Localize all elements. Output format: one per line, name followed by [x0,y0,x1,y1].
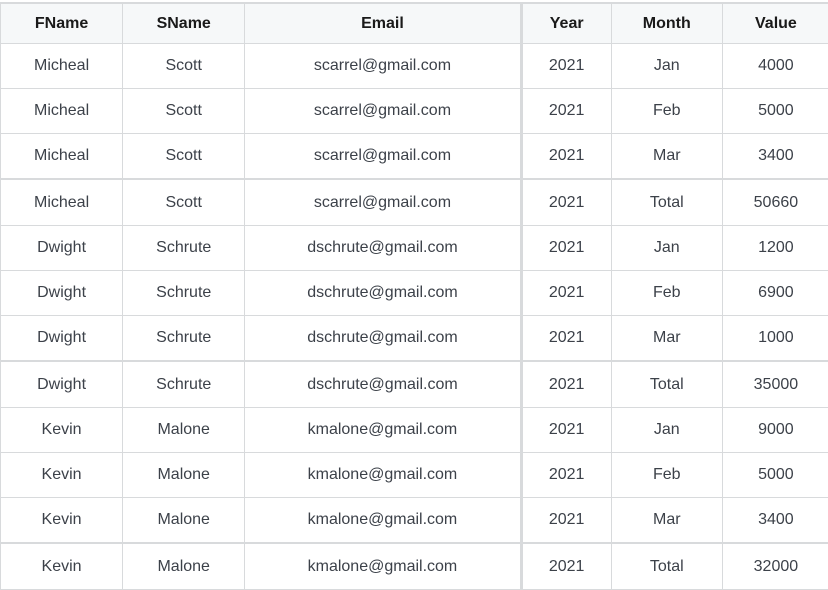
cell-year: 2021 [521,134,611,180]
cell-month: Mar [611,498,722,544]
table-row: MichealScottscarrel@gmail.com2021Feb5000 [1,89,828,134]
cell-year: 2021 [521,226,611,271]
cell-fname: Dwight [1,316,123,362]
table-row: MichealScottscarrel@gmail.com2021Mar3400 [1,134,828,180]
cell-sname: Scott [123,44,245,89]
cell-email: scarrel@gmail.com [245,179,521,226]
table-row-total: DwightSchrutedschrute@gmail.com2021Total… [1,361,828,408]
cell-email: dschrute@gmail.com [245,361,521,408]
header-year: Year [521,3,611,44]
cell-month: Mar [611,134,722,180]
cell-year: 2021 [521,408,611,453]
cell-month: Feb [611,271,722,316]
cell-value: 6900 [722,271,828,316]
cell-email: kmalone@gmail.com [245,453,521,498]
header-row: FName SName Email Year Month Value [1,3,828,44]
cell-year: 2021 [521,44,611,89]
cell-month: Jan [611,44,722,89]
cell-fname: Micheal [1,134,123,180]
cell-sname: Schrute [123,316,245,362]
cell-fname: Kevin [1,408,123,453]
cell-sname: Scott [123,89,245,134]
cell-month: Jan [611,408,722,453]
table-row: KevinMalonekmalone@gmail.com2021Jan9000 [1,408,828,453]
table-row-total: MichealScottscarrel@gmail.com2021Total50… [1,179,828,226]
cell-month: Mar [611,316,722,362]
cell-year: 2021 [521,179,611,226]
cell-value: 3400 [722,498,828,544]
cell-sname: Schrute [123,361,245,408]
cell-email: dschrute@gmail.com [245,226,521,271]
header-sname: SName [123,3,245,44]
cell-fname: Micheal [1,89,123,134]
cell-year: 2021 [521,89,611,134]
header-email: Email [245,3,521,44]
table-row: DwightSchrutedschrute@gmail.com2021Feb69… [1,271,828,316]
cell-fname: Kevin [1,453,123,498]
table-row: DwightSchrutedschrute@gmail.com2021Jan12… [1,226,828,271]
table-body: MichealScottscarrel@gmail.com2021Jan4000… [1,44,828,590]
cell-sname: Schrute [123,226,245,271]
table-row: KevinMalonekmalone@gmail.com2021Mar3400 [1,498,828,544]
cell-month: Total [611,361,722,408]
cell-year: 2021 [521,271,611,316]
cell-value: 5000 [722,453,828,498]
cell-email: kmalone@gmail.com [245,498,521,544]
cell-month: Jan [611,226,722,271]
cell-sname: Schrute [123,271,245,316]
cell-year: 2021 [521,453,611,498]
table-row: DwightSchrutedschrute@gmail.com2021Mar10… [1,316,828,362]
cell-value: 1200 [722,226,828,271]
data-table: FName SName Email Year Month Value Miche… [0,2,828,590]
cell-value: 35000 [722,361,828,408]
table-row: MichealScottscarrel@gmail.com2021Jan4000 [1,44,828,89]
header-value: Value [722,3,828,44]
cell-month: Total [611,179,722,226]
cell-value: 9000 [722,408,828,453]
cell-fname: Dwight [1,226,123,271]
cell-fname: Kevin [1,498,123,544]
table-header: FName SName Email Year Month Value [1,3,828,44]
cell-value: 3400 [722,134,828,180]
cell-sname: Malone [123,498,245,544]
cell-value: 5000 [722,89,828,134]
header-fname: FName [1,3,123,44]
cell-sname: Scott [123,134,245,180]
cell-year: 2021 [521,498,611,544]
cell-email: scarrel@gmail.com [245,134,521,180]
cell-email: dschrute@gmail.com [245,271,521,316]
cell-email: dschrute@gmail.com [245,316,521,362]
cell-email: scarrel@gmail.com [245,44,521,89]
cell-value: 1000 [722,316,828,362]
cell-month: Feb [611,453,722,498]
cell-month: Feb [611,89,722,134]
cell-sname: Scott [123,179,245,226]
cell-email: kmalone@gmail.com [245,408,521,453]
cell-value: 4000 [722,44,828,89]
cell-value: 50660 [722,179,828,226]
cell-fname: Micheal [1,179,123,226]
cell-fname: Dwight [1,361,123,408]
cell-sname: Malone [123,408,245,453]
cell-fname: Micheal [1,44,123,89]
table-row: KevinMalonekmalone@gmail.com2021Feb5000 [1,453,828,498]
cell-year: 2021 [521,316,611,362]
cell-email: scarrel@gmail.com [245,89,521,134]
header-month: Month [611,3,722,44]
cell-year: 2021 [521,361,611,408]
cell-fname: Dwight [1,271,123,316]
cell-sname: Malone [123,453,245,498]
